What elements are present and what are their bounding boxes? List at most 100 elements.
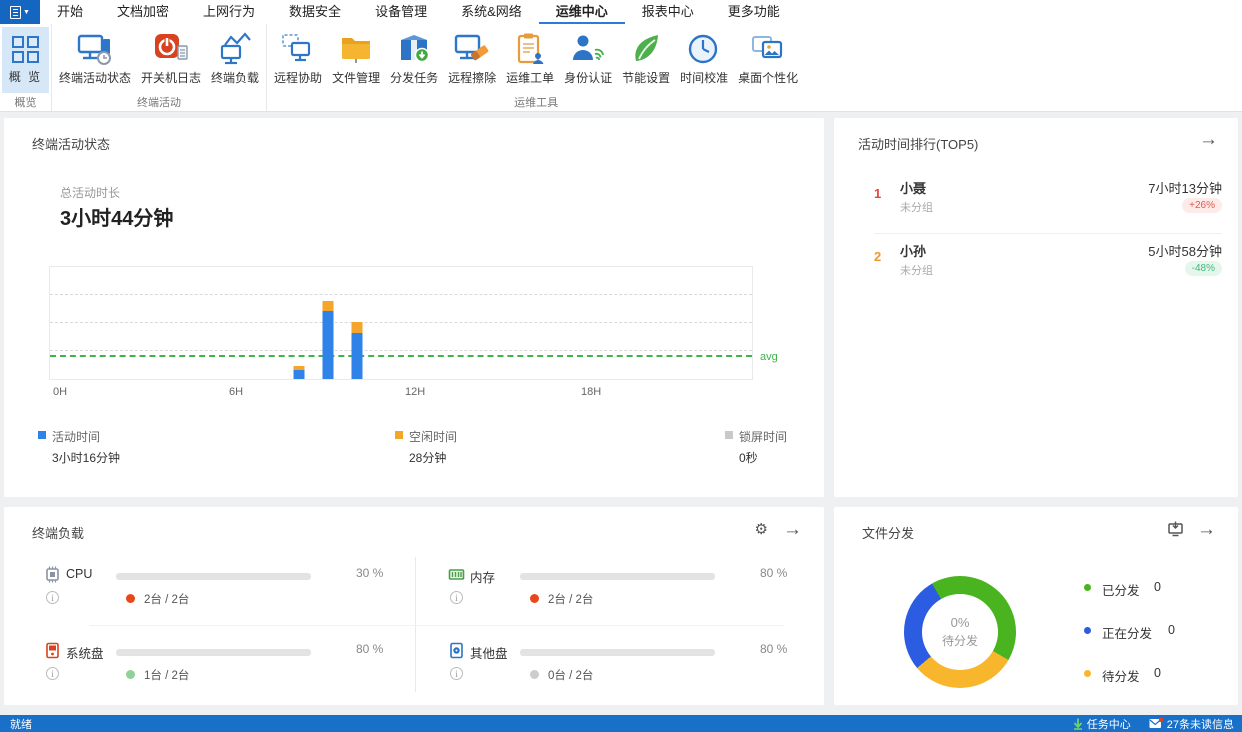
rank-duration: 7小时13分钟 bbox=[1148, 178, 1222, 197]
tab-bar: ▼ 开始 文档加密 上网行为 数据安全 设备管理 系统&网络 运维中心 报表中心… bbox=[0, 0, 1242, 24]
tab-data-security[interactable]: 数据安全 bbox=[272, 0, 358, 24]
ribbon-group-overview: 概 览 概览 bbox=[0, 24, 52, 111]
overview-button[interactable]: 概 览 bbox=[2, 27, 49, 93]
other-disk-icon bbox=[448, 642, 465, 659]
tab-ops-center[interactable]: 运维中心 bbox=[539, 0, 625, 24]
other-disk-progress-bar bbox=[520, 649, 715, 656]
panel-title: 终端活动状态 bbox=[32, 134, 110, 153]
avg-line bbox=[50, 355, 752, 357]
status-dot bbox=[126, 594, 135, 603]
panel-activity-ranking: 活动时间排行(TOP5) → 1 小聂 未分组 7小时13分钟 +26% 2 小… bbox=[834, 118, 1238, 497]
overview-button-label: 概 览 bbox=[9, 68, 42, 85]
info-icon[interactable]: i bbox=[46, 667, 59, 680]
ribbon-item-time-sync[interactable]: 时间校准 bbox=[675, 26, 733, 88]
activity-plot bbox=[49, 266, 753, 380]
cpu-progress-bar bbox=[116, 573, 311, 580]
info-icon[interactable]: i bbox=[46, 591, 59, 604]
tab-start[interactable]: 开始 bbox=[40, 0, 100, 24]
overview-grid-icon bbox=[11, 35, 41, 65]
system-disk-icon bbox=[44, 642, 61, 659]
rank-duration: 5小时58分钟 bbox=[1148, 241, 1222, 260]
status-ready: 就绪 bbox=[0, 716, 32, 732]
info-icon[interactable]: i bbox=[450, 667, 463, 680]
monitor-chart-icon bbox=[217, 30, 253, 68]
rank-user-group: 未分组 bbox=[900, 262, 933, 278]
ribbon-item-terminal-load[interactable]: 终端负载 bbox=[206, 26, 264, 88]
tab-doc-encrypt[interactable]: 文档加密 bbox=[100, 0, 186, 24]
download-arrow-icon bbox=[1073, 718, 1083, 730]
tab-more-features[interactable]: 更多功能 bbox=[711, 0, 797, 24]
tab-web-behavior[interactable]: 上网行为 bbox=[186, 0, 272, 24]
legend-swatch-active bbox=[38, 431, 46, 439]
activity-xaxis: 0H6H12H18H bbox=[49, 386, 753, 400]
stacked-bar-hour-9 bbox=[322, 301, 333, 379]
ribbon-item-power-log[interactable]: 开关机日志 bbox=[136, 26, 206, 88]
donut-center-percent: 0% bbox=[951, 615, 970, 630]
legend-swatch-idle bbox=[395, 431, 403, 439]
task-center-button[interactable]: 任务中心 bbox=[1073, 716, 1131, 732]
more-arrow-icon[interactable]: → bbox=[1197, 520, 1216, 539]
ribbon-item-desktop-custom[interactable]: 桌面个性化 bbox=[733, 26, 803, 88]
app-menu-button[interactable]: ▼ bbox=[0, 0, 40, 24]
ribbon-item-activity-status[interactable]: 终端活动状态 bbox=[54, 26, 136, 88]
device-count: 0台 / 2台 bbox=[548, 667, 593, 683]
status-bar: 就绪 任务中心 27条未读信息 bbox=[0, 715, 1242, 732]
tab-report-center[interactable]: 报表中心 bbox=[625, 0, 711, 24]
remote-wipe-icon bbox=[454, 30, 490, 68]
stacked-bar-hour-10 bbox=[352, 322, 363, 379]
info-icon[interactable]: i bbox=[450, 591, 463, 604]
desktop-custom-icon bbox=[750, 30, 786, 68]
metric-memory: 内存 80 % i 2台 / 2台 bbox=[408, 563, 812, 623]
metric-cpu: CPU 30 % i 2台 / 2台 bbox=[4, 563, 408, 623]
package-icon bbox=[396, 30, 432, 68]
tab-system-network[interactable]: 系统&网络 bbox=[444, 0, 539, 24]
row-divider bbox=[874, 233, 1222, 234]
gridline bbox=[50, 350, 752, 351]
unread-messages-button[interactable]: 27条未读信息 bbox=[1149, 716, 1234, 732]
work-order-icon bbox=[512, 30, 548, 68]
metric-system-disk: 系统盘 80 % i 1台 / 2台 bbox=[4, 639, 408, 699]
rank-number: 2 bbox=[874, 249, 881, 264]
status-dot bbox=[126, 670, 135, 679]
ribbon-item-file-mgmt[interactable]: 文件管理 bbox=[327, 26, 385, 88]
ribbon-group-ops-tools: 远程协助 文件管理 分发任务 远程擦除 运维工单 bbox=[267, 24, 805, 111]
panel-file-distribution: 文件分发 → 0% 待分发 已分发 0 正在分发 0 待分发 0 bbox=[834, 507, 1238, 705]
monitor-clock-icon bbox=[77, 30, 113, 68]
more-arrow-icon[interactable]: → bbox=[1199, 130, 1218, 149]
system-disk-progress-bar bbox=[116, 649, 311, 656]
memory-progress-bar bbox=[520, 573, 715, 580]
device-count: 2台 / 2台 bbox=[144, 591, 189, 607]
tab-device-mgmt[interactable]: 设备管理 bbox=[358, 0, 444, 24]
rank-user-name: 小聂 bbox=[900, 178, 926, 197]
ribbon-item-remote-assist[interactable]: 远程协助 bbox=[269, 26, 327, 88]
gear-icon[interactable]: ⚙ bbox=[755, 522, 768, 537]
metric-other-disk: 其他盘 80 % i 0台 / 2台 bbox=[408, 639, 812, 699]
distribute-icon[interactable] bbox=[1167, 521, 1184, 537]
rank-user-group: 未分组 bbox=[900, 199, 933, 215]
ribbon-item-distribute-task[interactable]: 分发任务 bbox=[385, 26, 443, 88]
ribbon-item-work-order[interactable]: 运维工单 bbox=[501, 26, 559, 88]
rank-number: 1 bbox=[874, 186, 881, 201]
ribbon-item-remote-wipe[interactable]: 远程擦除 bbox=[443, 26, 501, 88]
memory-icon bbox=[448, 566, 465, 583]
status-dot bbox=[530, 594, 539, 603]
clock-icon bbox=[686, 30, 722, 68]
more-arrow-icon[interactable]: → bbox=[783, 520, 802, 539]
distribution-donut-chart: 0% 待分发 bbox=[904, 576, 1016, 688]
panel-title: 终端负载 bbox=[32, 523, 84, 542]
identity-fingerprint-icon bbox=[570, 30, 606, 68]
ribbon-item-identity-auth[interactable]: 身份认证 bbox=[559, 26, 617, 88]
avg-line-label: avg bbox=[760, 351, 778, 363]
gridline bbox=[50, 294, 752, 295]
ribbon-group-label-ops-tools: 运维工具 bbox=[267, 94, 805, 110]
x-tick-label: 0H bbox=[53, 386, 67, 398]
donut-center: 0% 待分发 bbox=[922, 594, 998, 670]
ranking-row-2[interactable]: 2 小孙 未分组 5小时58分钟 -48% bbox=[834, 241, 1238, 289]
x-tick-label: 6H bbox=[229, 386, 243, 398]
folder-icon bbox=[338, 30, 374, 68]
power-log-icon bbox=[153, 30, 189, 68]
ranking-row-1[interactable]: 1 小聂 未分组 7小时13分钟 +26% bbox=[834, 178, 1238, 226]
x-tick-label: 18H bbox=[581, 386, 601, 398]
ribbon-item-energy-saving[interactable]: 节能设置 bbox=[617, 26, 675, 88]
legend-swatch-lock bbox=[725, 431, 733, 439]
